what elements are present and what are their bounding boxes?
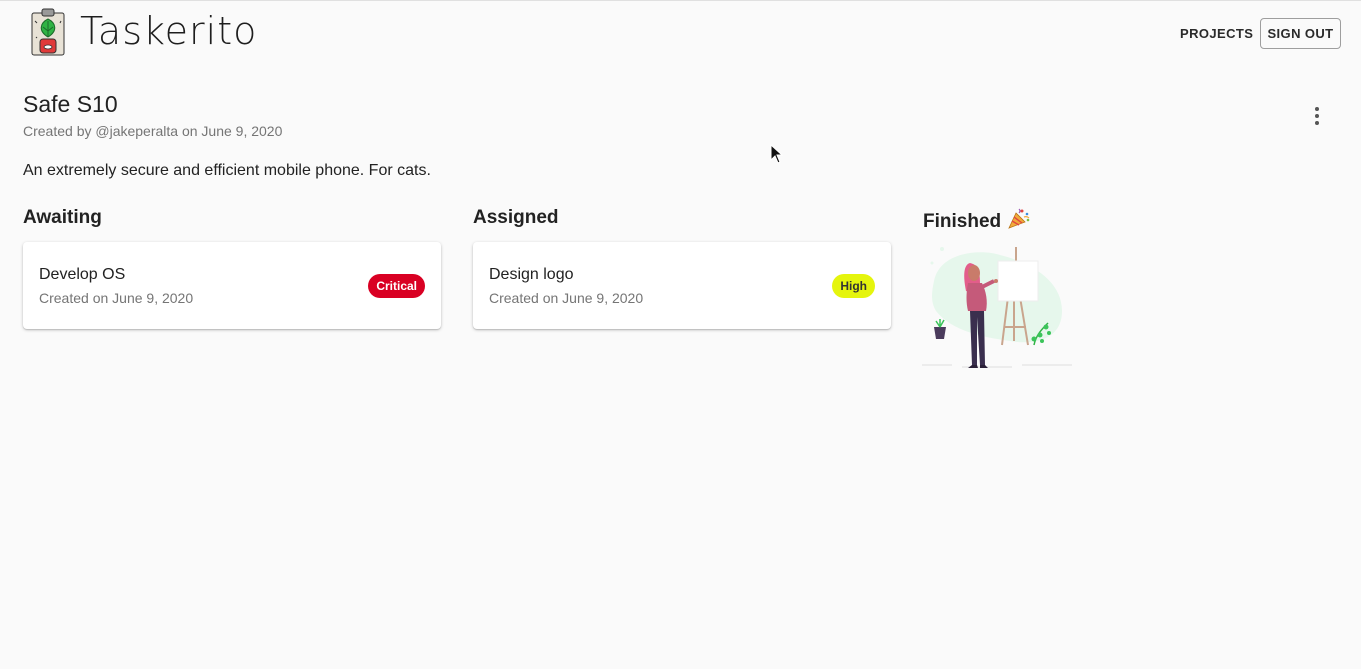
task-date: Created on June 9, 2020 <box>39 290 194 306</box>
project-title: Safe S10 <box>23 91 118 117</box>
mouse-cursor-icon <box>770 144 784 164</box>
priority-badge: Critical <box>368 274 425 298</box>
more-options-icon[interactable] <box>1303 102 1331 130</box>
priority-badge: High <box>832 274 875 298</box>
party-popper-icon <box>1008 208 1030 229</box>
column-title-assigned: Assigned <box>473 207 559 228</box>
sign-out-button[interactable]: SIGN OUT <box>1260 18 1341 49</box>
column-title-awaiting: Awaiting <box>23 207 102 228</box>
task-date: Created on June 9, 2020 <box>489 290 644 306</box>
taskerito-logo-icon[interactable] <box>30 7 66 57</box>
app-header: Taskerito PROJECTS SIGN OUT <box>0 1 1361 65</box>
task-title: Develop OS <box>39 266 126 283</box>
column-title-finished: Finished <box>923 207 1031 233</box>
task-card[interactable]: Develop OS Created on June 9, 2020 Criti… <box>23 242 441 329</box>
project-meta: Created by @jakeperalta on June 9, 2020 <box>23 123 283 139</box>
projects-button[interactable]: PROJECTS <box>1172 19 1261 49</box>
task-title: Design logo <box>489 266 574 283</box>
app-name[interactable]: Taskerito <box>80 9 257 53</box>
task-card[interactable]: Design logo Created on June 9, 2020 High <box>473 242 891 329</box>
project-description: An extremely secure and efficient mobile… <box>23 162 431 179</box>
column-title-text: Finished <box>923 211 1002 232</box>
woman-painting-easel-illustration <box>922 247 1072 368</box>
